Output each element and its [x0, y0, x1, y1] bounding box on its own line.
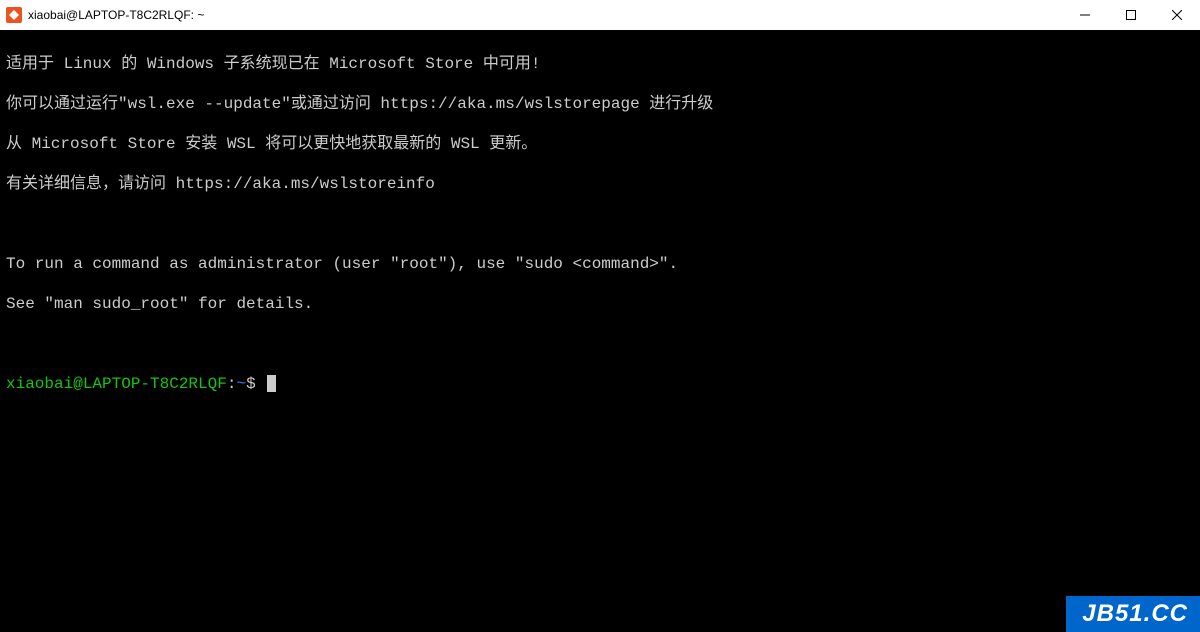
maximize-button[interactable]: [1108, 0, 1154, 30]
prompt-path: ~: [236, 375, 246, 393]
output-line: 有关详细信息，请访问 https://aka.ms/wslstoreinfo: [6, 174, 1194, 194]
prompt-line: xiaobai@LAPTOP-T8C2RLQF:~$: [6, 374, 1194, 394]
titlebar-left: xiaobai@LAPTOP-T8C2RLQF: ~: [0, 7, 204, 23]
output-line: 你可以通过运行"wsl.exe --update"或通过访问 https://a…: [6, 94, 1194, 114]
output-line: [6, 214, 1194, 234]
close-button[interactable]: [1154, 0, 1200, 30]
output-line: To run a command as administrator (user …: [6, 254, 1194, 274]
output-line: 适用于 Linux 的 Windows 子系统现已在 Microsoft Sto…: [6, 54, 1194, 74]
window-titlebar: xiaobai@LAPTOP-T8C2RLQF: ~: [0, 0, 1200, 30]
window-title: xiaobai@LAPTOP-T8C2RLQF: ~: [28, 8, 204, 22]
watermark-badge: JB51.CC: [1066, 596, 1200, 632]
prompt-sep: :: [227, 375, 237, 393]
output-line: 从 Microsoft Store 安装 WSL 将可以更快地获取最新的 WSL…: [6, 134, 1194, 154]
ubuntu-icon: [6, 7, 22, 23]
minimize-button[interactable]: [1062, 0, 1108, 30]
output-line: [6, 334, 1194, 354]
window-controls: [1062, 0, 1200, 30]
prompt-userhost: xiaobai@LAPTOP-T8C2RLQF: [6, 375, 227, 393]
cursor: [267, 375, 276, 392]
prompt-symbol: $: [246, 375, 256, 393]
terminal-output[interactable]: 适用于 Linux 的 Windows 子系统现已在 Microsoft Sto…: [0, 30, 1200, 418]
output-line: See "man sudo_root" for details.: [6, 294, 1194, 314]
